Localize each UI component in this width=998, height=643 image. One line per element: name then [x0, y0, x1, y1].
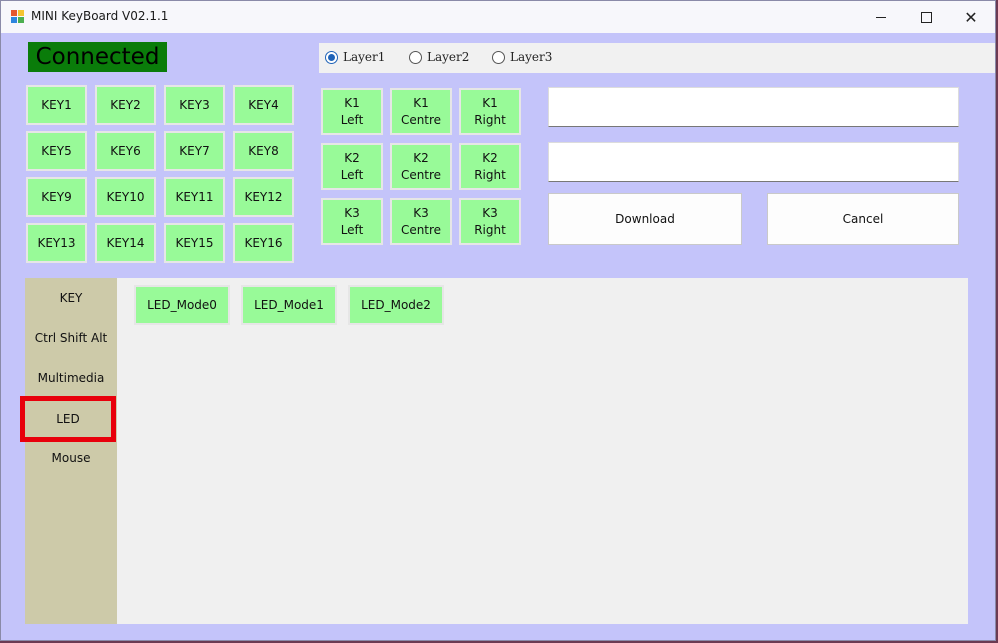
- k1-centre-button[interactable]: K1 Centre: [390, 88, 452, 135]
- k1-right-button[interactable]: K1 Right: [459, 88, 521, 135]
- close-button[interactable]: ✕: [948, 1, 994, 33]
- key15-button[interactable]: KEY15: [164, 223, 225, 263]
- radio-unselected-icon: [492, 50, 505, 64]
- key3-button[interactable]: KEY3: [164, 85, 225, 125]
- k3-centre-button[interactable]: K3 Centre: [390, 198, 452, 245]
- cancel-button[interactable]: Cancel: [767, 193, 959, 245]
- radio-unselected-icon: [409, 50, 422, 64]
- app-icon: [11, 10, 25, 24]
- tab-led[interactable]: LED: [20, 396, 116, 442]
- tab-strip: KEY Ctrl Shift Alt Multimedia LED Mouse: [20, 278, 117, 624]
- key13-button[interactable]: KEY13: [26, 223, 87, 263]
- key-text-field-2[interactable]: [548, 142, 959, 182]
- layer1-label: Layer1: [343, 50, 386, 64]
- minimize-button[interactable]: [858, 1, 904, 33]
- key5-button[interactable]: KEY5: [26, 131, 87, 171]
- key1-button[interactable]: KEY1: [26, 85, 87, 125]
- close-icon: ✕: [964, 7, 978, 27]
- radio-selected-icon: [325, 50, 338, 64]
- layer3-label: Layer3: [510, 50, 553, 64]
- key11-button[interactable]: KEY11: [164, 177, 225, 217]
- maximize-icon: [920, 11, 932, 23]
- k2-centre-button[interactable]: K2 Centre: [390, 143, 452, 190]
- tab-panel: KEY Ctrl Shift Alt Multimedia LED Mouse …: [20, 278, 968, 624]
- tab-multimedia[interactable]: Multimedia: [25, 358, 117, 398]
- key12-button[interactable]: KEY12: [233, 177, 294, 217]
- window-title: MINI KeyBoard V02.1.1: [31, 9, 169, 23]
- key-text-field-1[interactable]: [548, 87, 959, 127]
- k3-right-button[interactable]: K3 Right: [459, 198, 521, 245]
- maximize-button[interactable]: [903, 1, 949, 33]
- key16-button[interactable]: KEY16: [233, 223, 294, 263]
- key6-button[interactable]: KEY6: [95, 131, 156, 171]
- key8-button[interactable]: KEY8: [233, 131, 294, 171]
- tab-ctrl-shift-alt[interactable]: Ctrl Shift Alt: [25, 318, 117, 358]
- layer2-label: Layer2: [427, 50, 470, 64]
- app-window: MINI KeyBoard V02.1.1 ✕ Connected Layer1…: [0, 0, 996, 641]
- key4-button[interactable]: KEY4: [233, 85, 294, 125]
- k2-right-button[interactable]: K2 Right: [459, 143, 521, 190]
- layer2-radio[interactable]: Layer2: [409, 50, 469, 64]
- led-mode0-button[interactable]: LED_Mode0: [134, 285, 230, 325]
- key7-button[interactable]: KEY7: [164, 131, 225, 171]
- connection-status: Connected: [28, 42, 167, 72]
- layer1-radio[interactable]: Layer1: [325, 50, 385, 64]
- key9-button[interactable]: KEY9: [26, 177, 87, 217]
- minimize-icon: [876, 16, 886, 18]
- led-mode1-button[interactable]: LED_Mode1: [241, 285, 337, 325]
- layer3-radio[interactable]: Layer3: [492, 50, 552, 64]
- led-mode2-button[interactable]: LED_Mode2: [348, 285, 444, 325]
- k2-left-button[interactable]: K2 Left: [321, 143, 383, 190]
- layer-selector: Layer1 Layer2 Layer3: [319, 43, 995, 73]
- title-bar[interactable]: MINI KeyBoard V02.1.1 ✕: [1, 1, 995, 33]
- key2-button[interactable]: KEY2: [95, 85, 156, 125]
- key14-button[interactable]: KEY14: [95, 223, 156, 263]
- k1-left-button[interactable]: K1 Left: [321, 88, 383, 135]
- tab-key[interactable]: KEY: [25, 278, 117, 318]
- download-button[interactable]: Download: [548, 193, 742, 245]
- k3-left-button[interactable]: K3 Left: [321, 198, 383, 245]
- key10-button[interactable]: KEY10: [95, 177, 156, 217]
- tab-mouse[interactable]: Mouse: [25, 438, 117, 478]
